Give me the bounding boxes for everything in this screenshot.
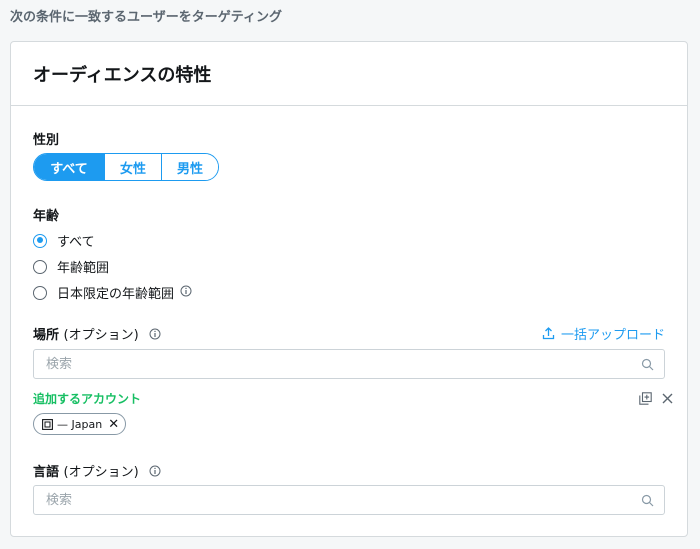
info-icon[interactable] [180, 285, 192, 301]
chip-label: — Japan [57, 417, 103, 431]
location-search-input[interactable] [44, 355, 641, 373]
location-chip-japan: — Japan ✕ [33, 413, 127, 435]
age-option-range[interactable]: 年齢範囲 [33, 257, 109, 276]
language-label: 言語 (オプション) [33, 461, 161, 481]
upload-icon [542, 327, 555, 340]
bulk-upload-link[interactable]: 一括アップロード [542, 324, 665, 343]
location-search[interactable] [33, 349, 665, 379]
search-icon [641, 358, 654, 370]
search-icon [641, 494, 654, 506]
age-option-all[interactable]: すべて [33, 231, 95, 250]
gender-segmented-control: すべて 女性 男性 [33, 153, 219, 181]
location-optional-text: (オプション) [63, 328, 139, 343]
location-label-text: 場所 [33, 328, 60, 343]
radio-checked-icon [33, 233, 47, 248]
age-option-label: 年齢範囲 [57, 261, 110, 276]
age-label: 年齢 [33, 209, 60, 224]
page-heading: 次の条件に一致するユーザーをターゲティング [10, 10, 282, 25]
bulk-upload-label: 一括アップロード [560, 328, 665, 343]
language-optional-text: (オプション) [63, 465, 139, 480]
age-option-label: 日本限定の年齢範囲 [57, 287, 175, 302]
card-header: オーディエンスの特性 [11, 42, 687, 106]
age-option-label: すべて [57, 235, 95, 250]
language-search[interactable] [33, 485, 665, 515]
gender-option-female[interactable]: 女性 [104, 154, 161, 180]
age-option-japan-range[interactable]: 日本限定の年齢範囲 [33, 283, 192, 302]
gender-option-all[interactable]: すべて [34, 154, 104, 180]
location-label: 場所 (オプション) [33, 324, 161, 344]
add-copy-icon[interactable] [639, 392, 652, 405]
radio-unchecked-icon [33, 259, 47, 274]
radio-unchecked-icon [33, 285, 47, 300]
info-icon[interactable] [149, 328, 161, 344]
gender-option-male[interactable]: 男性 [161, 154, 218, 180]
info-icon[interactable] [149, 465, 161, 481]
audience-card: オーディエンスの特性 性別 すべて 女性 男性 年齢 すべて 年齢範囲 日本限定… [10, 41, 688, 537]
added-accounts-tools [629, 392, 673, 405]
language-search-input[interactable] [44, 491, 641, 509]
close-icon[interactable] [662, 393, 673, 404]
chip-remove-icon[interactable]: ✕ [108, 417, 119, 432]
card-title: オーディエンスの特性 [33, 64, 212, 86]
gender-label: 性別 [33, 133, 60, 148]
flag-icon [42, 418, 53, 430]
added-accounts-label: 追加するアカウント [33, 392, 142, 406]
language-label-text: 言語 [33, 465, 60, 480]
